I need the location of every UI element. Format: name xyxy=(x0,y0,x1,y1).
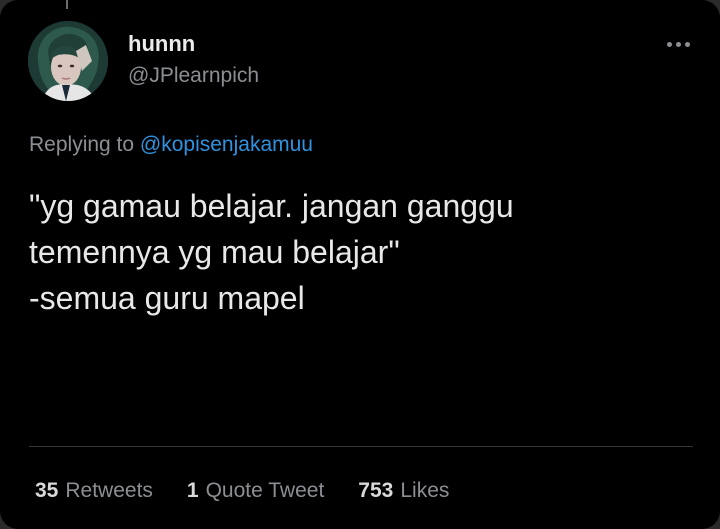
more-horizontal-icon-dot xyxy=(684,41,690,47)
avatar[interactable] xyxy=(28,21,108,101)
retweets-stat[interactable]: 35 Retweets xyxy=(35,478,153,504)
replying-to-label: Replying to xyxy=(29,133,135,156)
stats-divider xyxy=(29,446,693,447)
tweet-text: "yg gamau belajar. jangan ganggu temenny… xyxy=(29,183,689,321)
tweet-card: hunnn @JPlearnpich Replying to @kopisenj… xyxy=(0,0,720,529)
more-horizontal-icon xyxy=(666,41,672,47)
likes-stat[interactable]: 753 Likes xyxy=(358,478,449,504)
tweet-text-line: "yg gamau belajar. jangan ganggu xyxy=(29,188,514,224)
likes-label: Likes xyxy=(400,479,450,502)
more-options-button[interactable] xyxy=(660,34,696,54)
quote-tweets-count: 1 xyxy=(186,479,199,502)
tweet-text-line: -semua guru mapel xyxy=(29,280,305,316)
reply-mention-link[interactable]: @kopisenjakamuu xyxy=(140,133,313,156)
avatar-image-icon xyxy=(28,21,108,101)
likes-count: 753 xyxy=(358,479,394,502)
engagement-stats: 35 Retweets 1 Quote Tweet 753 Likes xyxy=(35,478,449,504)
author-handle[interactable]: @JPlearnpich xyxy=(128,63,259,89)
quote-tweets-label: Quote Tweet xyxy=(205,479,325,502)
tweet-text-line: temennya yg mau belajar" xyxy=(29,234,400,270)
quote-tweets-stat[interactable]: 1 Quote Tweet xyxy=(187,478,324,504)
retweets-label: Retweets xyxy=(65,479,153,502)
more-horizontal-icon-dot xyxy=(675,41,681,47)
top-edge-mark xyxy=(66,0,68,9)
author-display-name[interactable]: hunnn xyxy=(128,31,195,57)
replying-to-line: Replying to @kopisenjakamuu xyxy=(29,132,313,158)
retweets-count: 35 xyxy=(35,479,59,502)
